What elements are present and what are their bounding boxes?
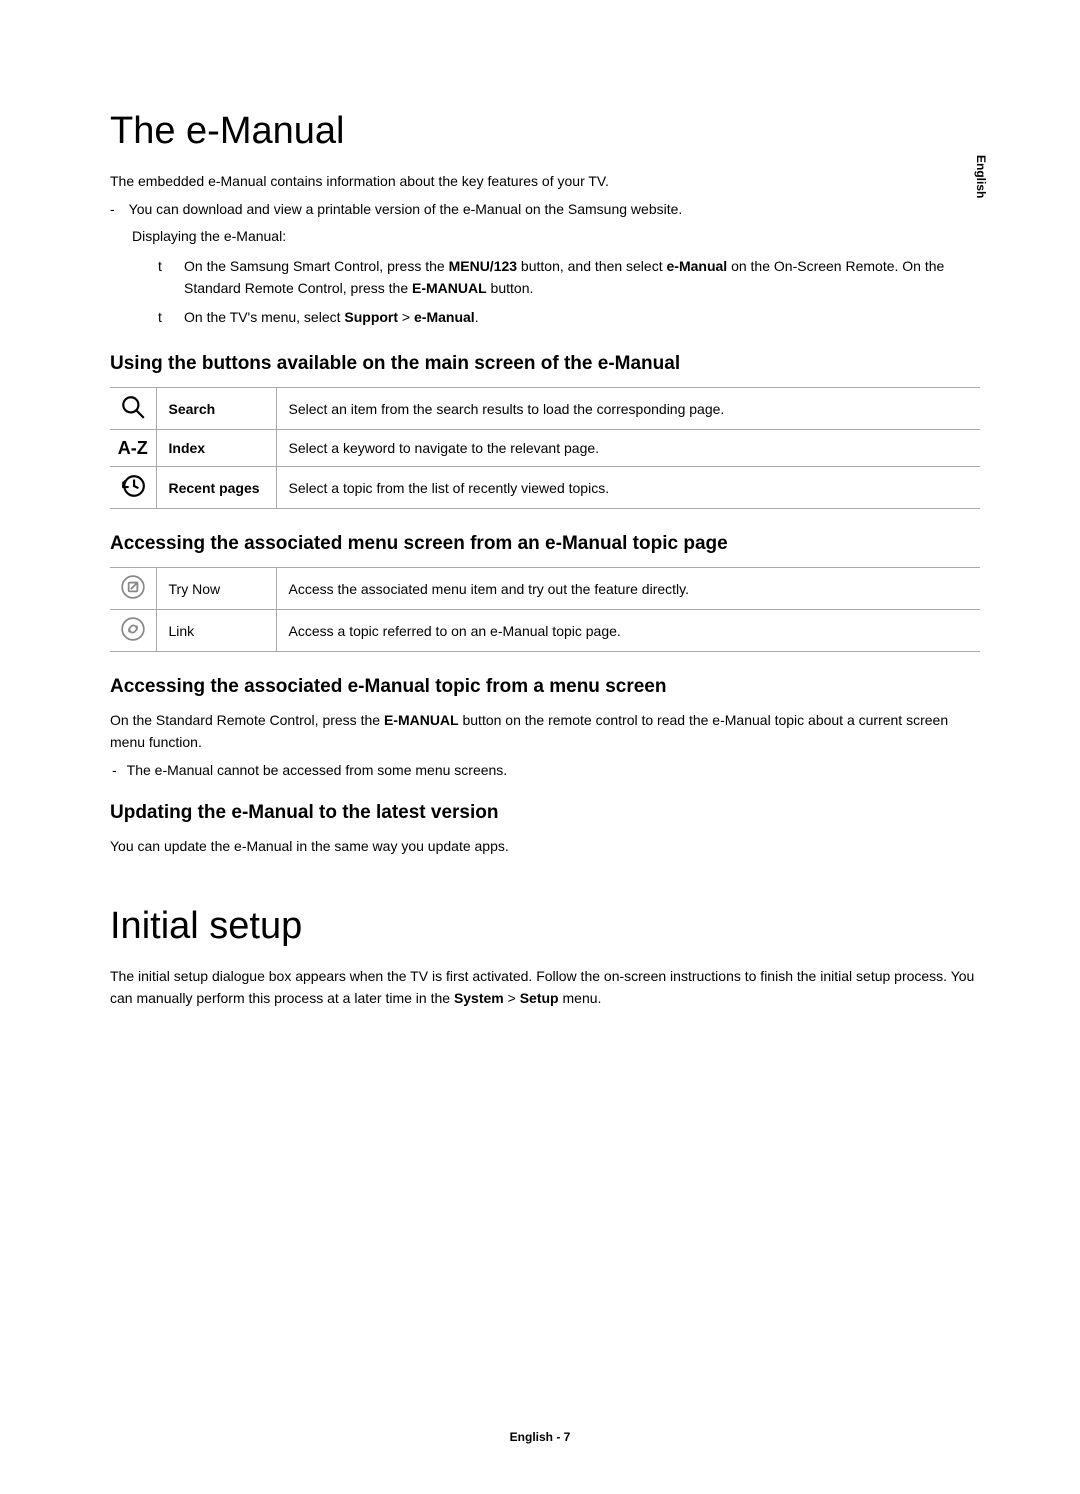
link-label: Link	[156, 610, 276, 652]
try-now-label: Try Now	[156, 568, 276, 610]
table-row: A-Z Index Select a keyword to navigate t…	[110, 430, 980, 467]
link-icon	[110, 610, 156, 652]
updating-para: You can update the e-Manual in the same …	[110, 836, 980, 858]
table-row: Search Select an item from the search re…	[110, 388, 980, 430]
intro-text-3: Displaying the e-Manual:	[110, 226, 980, 248]
dash-glyph: -	[110, 199, 115, 221]
recent-label: Recent pages	[156, 467, 276, 509]
access-table: Try Now Access the associated menu item …	[110, 567, 980, 652]
table-row: Recent pages Select a topic from the lis…	[110, 467, 980, 509]
subheading-updating: Updating the e-Manual to the latest vers…	[110, 802, 980, 824]
search-icon	[110, 388, 156, 430]
access-topic-note: - The e-Manual cannot be accessed from s…	[110, 762, 980, 778]
initial-setup-para: The initial setup dialogue box appears w…	[110, 966, 980, 1009]
index-label: Index	[156, 430, 276, 467]
index-icon: A-Z	[110, 430, 156, 467]
search-label: Search	[156, 388, 276, 430]
page-footer: English - 7	[0, 1430, 1080, 1444]
heading-initial-setup: Initial setup	[110, 905, 980, 948]
intro-download-note: - You can download and view a printable …	[110, 199, 980, 221]
table-row: Link Access a topic referred to on an e-…	[110, 610, 980, 652]
try-now-desc: Access the associated menu item and try …	[276, 568, 980, 610]
recent-icon	[110, 467, 156, 509]
intro-text-1: The embedded e-Manual contains informati…	[110, 171, 980, 193]
index-desc: Select a keyword to navigate to the rele…	[276, 430, 980, 467]
link-desc: Access a topic referred to on an e-Manua…	[276, 610, 980, 652]
intro-text-2: You can download and view a printable ve…	[129, 199, 683, 221]
display-step-1: On the Samsung Smart Control, press the …	[154, 256, 980, 299]
search-desc: Select an item from the search results t…	[276, 388, 980, 430]
subheading-access-menu: Accessing the associated menu screen fro…	[110, 533, 980, 555]
table-row: Try Now Access the associated menu item …	[110, 568, 980, 610]
recent-desc: Select a topic from the list of recently…	[276, 467, 980, 509]
display-steps-list: On the Samsung Smart Control, press the …	[110, 256, 980, 329]
subheading-access-topic: Accessing the associated e-Manual topic …	[110, 676, 980, 698]
subheading-buttons: Using the buttons available on the main …	[110, 353, 980, 375]
try-now-icon	[110, 568, 156, 610]
language-side-label: English	[974, 155, 988, 198]
heading-emanual: The e-Manual	[110, 110, 980, 153]
note-text: The e-Manual cannot be accessed from som…	[127, 762, 508, 778]
dash-glyph: -	[112, 762, 117, 778]
access-topic-para: On the Standard Remote Control, press th…	[110, 710, 980, 753]
buttons-table: Search Select an item from the search re…	[110, 387, 980, 509]
display-step-2: On the TV's menu, select Support > e-Man…	[154, 307, 980, 329]
